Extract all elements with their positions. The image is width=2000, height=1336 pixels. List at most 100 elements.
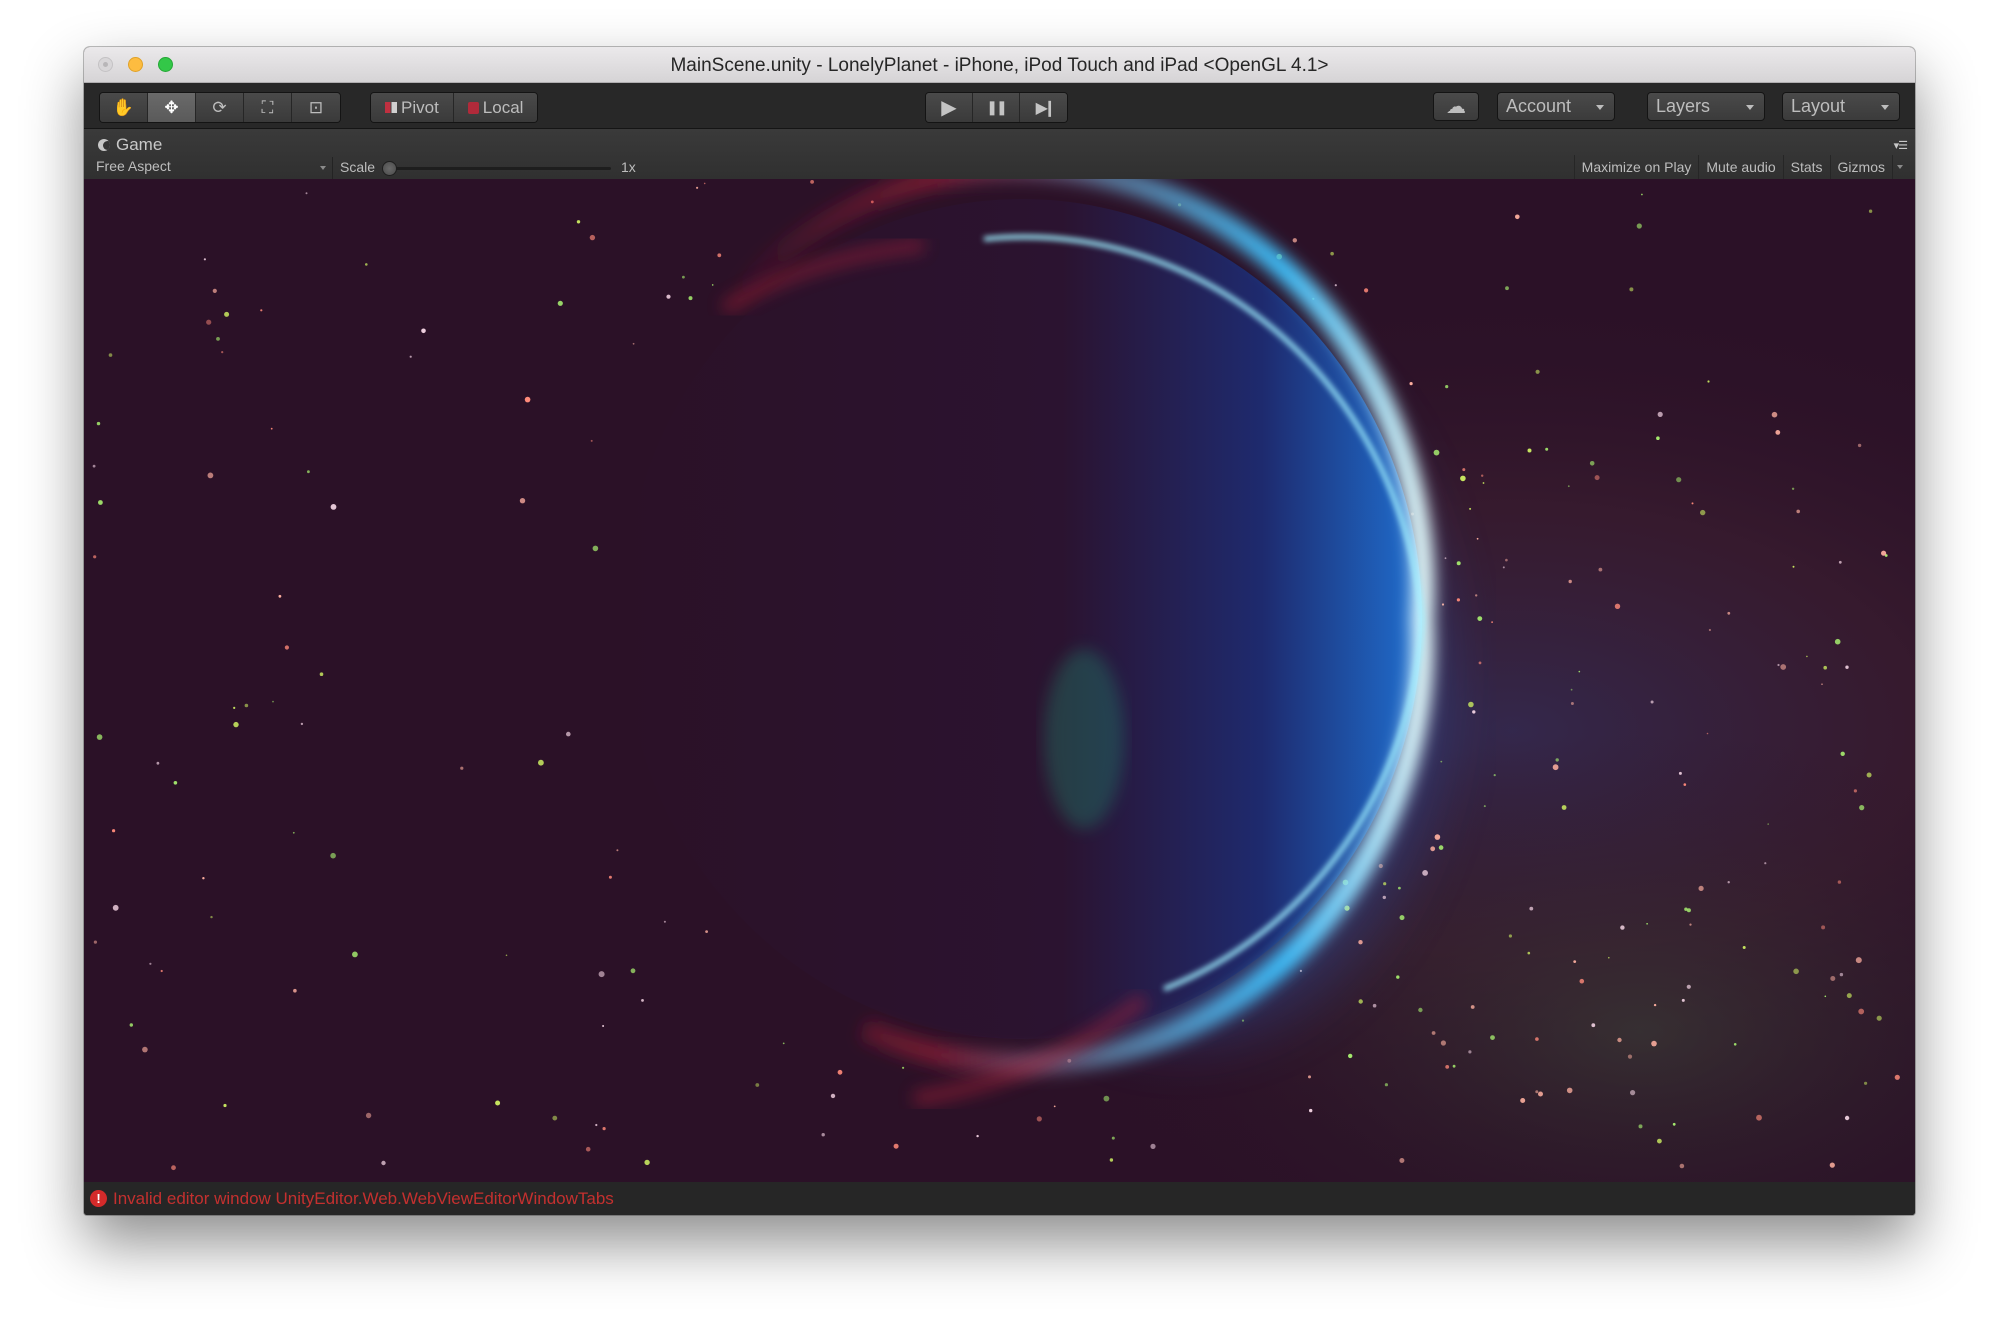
star [1150, 1143, 1156, 1149]
layers-dropdown[interactable]: Layers [1647, 92, 1765, 121]
pivot-toggle-group: Pivot Local [370, 92, 539, 123]
star [1535, 1037, 1539, 1041]
star [1594, 475, 1600, 481]
star [1382, 895, 1387, 900]
scale-slider[interactable] [382, 161, 611, 176]
play-button[interactable]: ▶ [926, 93, 973, 122]
layout-dropdown[interactable]: Layout [1782, 92, 1900, 121]
star [711, 284, 714, 286]
aspect-dropdown[interactable]: Free Aspect [96, 158, 326, 178]
gizmos-dropdown-icon[interactable] [1892, 155, 1907, 179]
star [1853, 789, 1857, 793]
pivot-button[interactable]: Pivot [371, 93, 454, 122]
star [1438, 845, 1444, 850]
star [1384, 1083, 1388, 1087]
star [1796, 509, 1800, 514]
scale-tool-button[interactable]: ⛶ [244, 93, 292, 122]
star [495, 1100, 501, 1106]
divider [332, 157, 333, 179]
star [505, 954, 508, 957]
star [1791, 487, 1795, 490]
star [284, 645, 289, 650]
star [1638, 1124, 1643, 1129]
star [108, 353, 113, 357]
star [1881, 550, 1887, 556]
step-button[interactable]: ▶❙ [1020, 93, 1067, 122]
star [1481, 474, 1484, 477]
star [1821, 925, 1826, 930]
mute-audio-toggle[interactable]: Mute audio [1698, 155, 1782, 179]
maximize-on-play-toggle[interactable]: Maximize on Play [1573, 155, 1699, 179]
star [590, 439, 593, 442]
star [893, 1143, 899, 1149]
stats-toggle[interactable]: Stats [1782, 155, 1830, 179]
panel-menu-icon[interactable]: ▾☰ [1894, 139, 1908, 152]
star [1780, 664, 1787, 670]
game-tab-label: Game [116, 135, 163, 154]
chevron-down-icon [1881, 105, 1889, 110]
star [1399, 1158, 1405, 1163]
star [585, 1146, 591, 1152]
star [1527, 448, 1532, 453]
star [1334, 284, 1337, 287]
star [1824, 995, 1827, 998]
star [1707, 380, 1710, 383]
star [1678, 771, 1682, 775]
star [171, 1165, 176, 1171]
star [519, 498, 526, 504]
pause-button[interactable]: ❚❚ [973, 93, 1020, 122]
rotate-tool-button[interactable]: ⟳ [196, 93, 244, 122]
game-view-viewport[interactable] [84, 179, 1915, 1182]
star [1535, 1090, 1539, 1094]
aspect-value: Free Aspect [96, 158, 171, 174]
star [330, 852, 336, 859]
star [98, 500, 103, 505]
star [96, 734, 103, 740]
star [216, 337, 220, 341]
star [1109, 1158, 1114, 1162]
console-status-bar[interactable]: ! Invalid editor window UnityEditor.Web.… [84, 1182, 1915, 1215]
star [1845, 665, 1849, 669]
star [233, 721, 239, 728]
hand-tool-button[interactable]: ✋ [100, 93, 148, 122]
star [1855, 957, 1862, 964]
game-tab-icon [98, 139, 110, 151]
scale-slider-handle[interactable] [382, 161, 397, 176]
account-dropdown[interactable]: Account [1497, 92, 1615, 121]
star [112, 904, 119, 911]
error-icon: ! [90, 1190, 107, 1207]
game-panel-header: Game ▾☰ Free Aspect Scale 1x Maximize on… [84, 129, 1915, 179]
star [365, 1112, 372, 1119]
tab-game[interactable]: Game [98, 135, 162, 155]
star [1418, 1007, 1423, 1013]
star [1792, 565, 1795, 568]
star [1440, 1040, 1446, 1046]
star [641, 999, 644, 1002]
play-icon: ▶ [941, 97, 957, 119]
star [221, 351, 224, 354]
star [782, 1042, 785, 1045]
star [557, 300, 563, 306]
star [1103, 1095, 1110, 1102]
star [1570, 688, 1573, 691]
star [1567, 485, 1570, 488]
star [552, 1115, 558, 1121]
star [1598, 567, 1603, 572]
move-tool-button[interactable]: ✥ [148, 93, 196, 122]
star [460, 766, 464, 770]
star [1483, 805, 1486, 808]
star [1617, 1037, 1622, 1043]
star [1515, 214, 1520, 220]
local-button[interactable]: Local [453, 93, 538, 122]
star [1535, 369, 1540, 374]
star [1641, 193, 1643, 196]
star [1552, 764, 1559, 771]
cloud-services-button[interactable]: ☁ [1433, 92, 1479, 121]
star [688, 296, 693, 301]
star [1629, 287, 1634, 292]
gizmos-toggle[interactable]: Gizmos [1829, 155, 1892, 179]
star [292, 831, 295, 834]
star [682, 275, 685, 279]
star [1679, 1163, 1685, 1169]
rect-tool-button[interactable]: ⊡ [292, 93, 340, 122]
